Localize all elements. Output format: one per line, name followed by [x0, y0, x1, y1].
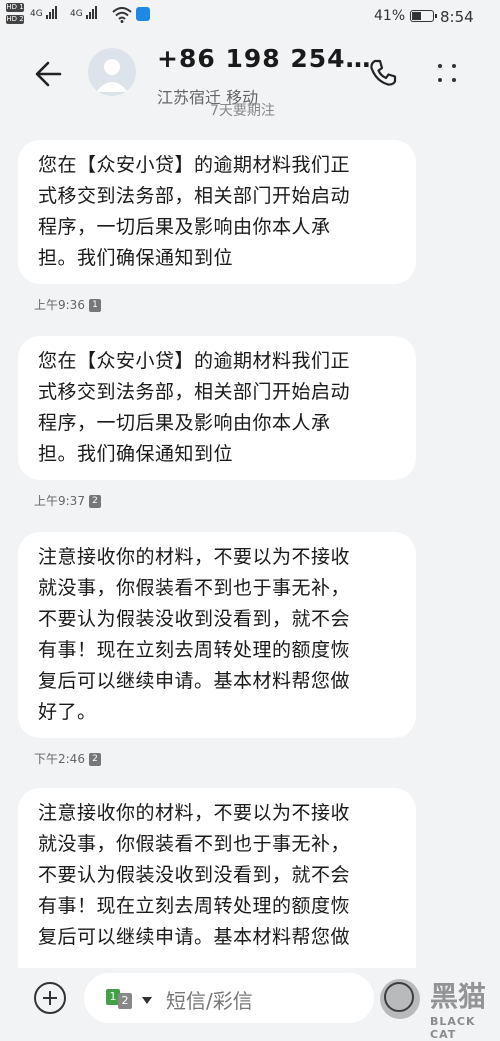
battery-icon — [410, 10, 437, 22]
message-timestamp: 上午9:36 1 — [34, 296, 101, 313]
battery-percent: 41% — [374, 8, 406, 24]
message-line: 好了。 — [38, 701, 97, 723]
message-timestamp: 上午9:37 2 — [34, 492, 101, 509]
message-line: 您在【众安小贷】的逾期材料我们正 — [38, 350, 351, 372]
partial-text: 7天要期注 — [210, 103, 275, 119]
message-bubble[interactable]: 注意接收你的材料，不要以为不接收 就没事，你假装看不到也于事无补， 不要认为假装… — [18, 532, 416, 738]
message-line: 有事！现在立刻去周转处理的额度恢 — [38, 639, 351, 661]
sim-tag: 2 — [88, 753, 101, 766]
message-line: 注意接收你的材料，不要以为不接收 — [38, 546, 351, 568]
watermark-cn: 黑猫 — [430, 980, 487, 1013]
notification-app-icon — [136, 7, 150, 21]
message-line: 不要认为假装没收到没看到，就不会 — [38, 864, 351, 886]
watermark: 黑猫 BLACK CAT — [378, 973, 500, 1041]
message-line: 复后可以继续申请。基本材料帮您做 — [38, 926, 351, 948]
sim-tag: 2 — [88, 495, 101, 508]
message-line: 您在【众安小贷】的逾期材料我们正 — [38, 154, 351, 176]
status-clock: 8:54 — [440, 8, 474, 26]
back-arrow-icon[interactable] — [30, 54, 70, 94]
sim2-chip: 2 — [118, 993, 132, 1009]
person-icon — [96, 59, 128, 92]
message-line: 就没事，你假装看不到也于事无补， — [38, 833, 351, 855]
message-bubble[interactable]: 您在【众安小贷】的逾期材料我们正 式移交到法务部，相关部门开始启动 程序，一切后… — [18, 336, 416, 480]
wifi-icon — [112, 7, 132, 23]
signal-bars-icon — [45, 6, 58, 19]
sim-indicators: HD 1 HD 2 — [6, 3, 26, 27]
network-type-label: 4G — [70, 9, 83, 19]
add-attachment-icon[interactable] — [34, 982, 66, 1014]
signal-sim2: 4G — [70, 6, 98, 19]
contact-avatar[interactable] — [88, 48, 136, 96]
message-timestamp: 下午2:46 2 — [34, 750, 101, 767]
message-line: 担。我们确保通知到位 — [38, 247, 234, 269]
timestamp-text: 上午9:37 — [34, 494, 85, 508]
compose-bar: 1 2 短信/彩信 黑猫 BLACK CAT — [0, 968, 500, 1041]
watermark-en: BLACK CAT — [430, 1015, 476, 1041]
input-placeholder: 短信/彩信 — [166, 989, 253, 1013]
sim1-badge: HD 1 — [6, 3, 24, 12]
message-input[interactable]: 1 2 短信/彩信 — [84, 973, 374, 1023]
dropdown-caret-icon — [142, 997, 152, 1004]
more-options-icon[interactable] — [430, 56, 464, 90]
message-line: 程序，一切后果及影响由你本人承 — [38, 216, 331, 238]
signal-bars-icon — [85, 6, 98, 19]
sim2-badge: HD 2 — [6, 15, 24, 24]
timestamp-text: 上午9:36 — [34, 298, 85, 312]
message-line: 注意接收你的材料，不要以为不接收 — [38, 802, 351, 824]
status-bar: HD 1 HD 2 4G 4G 41% 8:54 — [0, 0, 500, 34]
message-line: 程序，一切后果及影响由你本人承 — [38, 412, 331, 434]
contact-number[interactable]: +86 198 254… — [157, 44, 372, 73]
cat-logo-icon — [380, 979, 420, 1019]
message-line: 不要认为假装没收到没看到，就不会 — [38, 608, 351, 630]
sim-tag: 1 — [88, 299, 101, 312]
network-type-label: 4G — [30, 9, 43, 19]
message-line: 担。我们确保通知到位 — [38, 443, 234, 465]
message-line: 就没事，你假装看不到也于事无补， — [38, 577, 351, 599]
message-line: 式移交到法务部，相关部门开始启动 — [38, 381, 351, 403]
timestamp-text: 下午2:46 — [34, 752, 85, 766]
message-line: 式移交到法务部，相关部门开始启动 — [38, 185, 351, 207]
message-line: 有事！现在立刻去周转处理的额度恢 — [38, 895, 351, 917]
message-bubble[interactable]: 您在【众安小贷】的逾期材料我们正 式移交到法务部，相关部门开始启动 程序，一切后… — [18, 140, 416, 284]
signal-sim1: 4G — [30, 6, 58, 19]
message-line: 复后可以继续申请。基本材料帮您做 — [38, 670, 351, 692]
phone-icon[interactable] — [366, 56, 400, 90]
